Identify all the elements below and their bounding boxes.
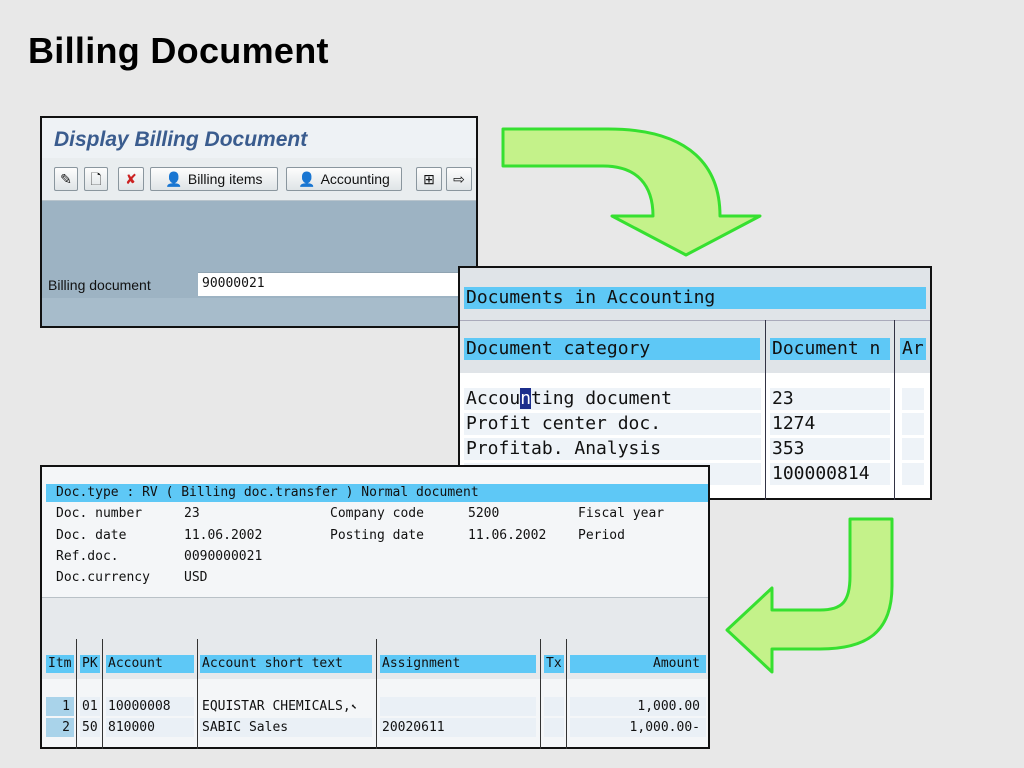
currency-label: Doc.currency bbox=[56, 570, 150, 585]
col-area[interactable]: Ar bbox=[900, 338, 926, 360]
col-amount[interactable]: Amount bbox=[570, 655, 706, 673]
col-tx[interactable]: Tx bbox=[544, 655, 564, 673]
column-header-row: Document category Document n Ar bbox=[460, 320, 930, 373]
accounting-list-header: Documents in Accounting bbox=[460, 268, 930, 320]
assignment-cell bbox=[380, 697, 536, 716]
doc-number-value: 23 bbox=[184, 506, 200, 521]
table-row[interactable]: 2 50 810000 SABIC Sales 20020611 1,000.0… bbox=[42, 718, 708, 738]
document-number-cell: 1274 bbox=[770, 413, 890, 435]
document-number-cell: 353 bbox=[770, 438, 890, 460]
col-account[interactable]: Account bbox=[106, 655, 194, 673]
billing-document-row: Billing document 90000021 bbox=[42, 272, 476, 298]
toolbar-band bbox=[42, 597, 708, 641]
col-itm[interactable]: Itm bbox=[46, 655, 74, 673]
pencil-icon: ✎ bbox=[60, 171, 72, 187]
area-cell bbox=[902, 438, 924, 460]
posting-date-value: 11.06.2002 bbox=[468, 528, 547, 543]
amount-cell: 1,000.00 bbox=[570, 697, 706, 716]
flow-arrow-down-icon bbox=[501, 127, 762, 257]
overflow-marker-icon[interactable]: ⬉ bbox=[351, 702, 357, 713]
doc-number-label: Doc. number bbox=[56, 506, 143, 521]
area-cell bbox=[902, 413, 924, 435]
short-text-value: EQUISTAR CHEMICALS, bbox=[202, 699, 351, 714]
accounting-document-window: Doc.type : RV ( Billing doc.transfer ) N… bbox=[40, 465, 710, 749]
tx-cell bbox=[544, 697, 564, 716]
area-cell bbox=[902, 463, 924, 485]
document-flow-button[interactable]: ⊞ bbox=[416, 167, 442, 191]
tx-cell bbox=[544, 718, 564, 737]
doc-date-value: 11.06.2002 bbox=[184, 528, 263, 543]
billing-items-label: Billing items bbox=[187, 171, 263, 187]
list-item[interactable]: Profitab. Analysis 353 bbox=[460, 436, 930, 461]
account-cell: 810000 bbox=[106, 718, 194, 737]
status-band bbox=[42, 298, 476, 326]
billing-document-label: Billing document bbox=[48, 277, 151, 293]
flow-arrow-left-icon bbox=[725, 517, 894, 674]
document-number-cell: 100000814 bbox=[770, 463, 890, 485]
billing-items-button[interactable]: 👤 Billing items bbox=[150, 167, 278, 191]
window-title: Display Billing Document bbox=[54, 128, 308, 151]
assignment-cell: 20020611 bbox=[380, 718, 536, 737]
category-text: Accou bbox=[466, 388, 521, 409]
document-category-cell: Profit center doc. bbox=[464, 413, 761, 435]
new-document-icon: 🗋 bbox=[90, 171, 102, 187]
short-text-cell: SABIC Sales bbox=[200, 718, 372, 737]
document-flow-icon: ⊞ bbox=[423, 171, 435, 187]
account-cell: 10000008 bbox=[106, 697, 194, 716]
toolbar: ✎ 🗋 ✘ 👤 Billing items 👤 Accounting ⊞ ⇨ bbox=[42, 158, 476, 201]
export-icon: ⇨ bbox=[453, 171, 465, 187]
col-document-number[interactable]: Document n bbox=[770, 338, 890, 360]
short-text-cell: EQUISTAR CHEMICALS,⬉ bbox=[200, 697, 372, 716]
billing-items-person-icon: 👤 bbox=[165, 171, 183, 187]
area-cell bbox=[902, 388, 924, 410]
document-category-cell: Profitab. Analysis bbox=[464, 438, 761, 460]
currency-value: USD bbox=[184, 570, 208, 585]
line-items-header-row: Itm PK Account Account short text Assign… bbox=[42, 639, 708, 679]
new-document-button[interactable]: 🗋 bbox=[84, 167, 108, 191]
text-cursor: n bbox=[520, 388, 532, 409]
accounting-person-icon: 👤 bbox=[298, 171, 316, 187]
billing-document-input[interactable]: 90000021 bbox=[198, 272, 476, 296]
amount-cell: 1,000.00- bbox=[570, 718, 706, 737]
company-code-label: Company code bbox=[330, 506, 424, 521]
document-category-cell: Accounting document bbox=[464, 388, 761, 410]
accounting-list-title: Documents in Accounting bbox=[464, 287, 926, 309]
document-number-cell: 23 bbox=[770, 388, 890, 410]
col-pk[interactable]: PK bbox=[80, 655, 100, 673]
list-item[interactable]: Accounting document 23 bbox=[460, 386, 930, 411]
window-titlebar: Display Billing Document bbox=[42, 118, 476, 158]
period-label: Period bbox=[578, 528, 625, 543]
itm-cell: 2 bbox=[46, 718, 74, 737]
export-button[interactable]: ⇨ bbox=[446, 167, 472, 191]
pk-cell: 01 bbox=[80, 697, 100, 716]
delete-button[interactable]: ✘ bbox=[118, 167, 144, 191]
pk-cell: 50 bbox=[80, 718, 100, 737]
accounting-label: Accounting bbox=[320, 171, 390, 187]
accounting-button[interactable]: 👤 Accounting bbox=[286, 167, 402, 191]
category-text: ting document bbox=[531, 388, 672, 409]
col-account-short-text[interactable]: Account short text bbox=[200, 655, 372, 673]
doc-date-label: Doc. date bbox=[56, 528, 127, 543]
document-type-header: Doc.type : RV ( Billing doc.transfer ) N… bbox=[46, 484, 708, 502]
table-row[interactable]: 1 01 10000008 EQUISTAR CHEMICALS,⬉ 1,000… bbox=[42, 697, 708, 717]
company-code-value: 5200 bbox=[468, 506, 500, 521]
ref-doc-label: Ref.doc. bbox=[56, 549, 119, 564]
delete-icon: ✘ bbox=[125, 171, 137, 187]
display-billing-window: Display Billing Document ✎ 🗋 ✘ 👤 Billing… bbox=[40, 116, 478, 328]
slide-title: Billing Document bbox=[28, 30, 329, 71]
col-document-category[interactable]: Document category bbox=[464, 338, 760, 360]
itm-cell: 1 bbox=[46, 697, 74, 716]
fiscal-year-label: Fiscal year bbox=[578, 506, 665, 521]
posting-date-label: Posting date bbox=[330, 528, 424, 543]
change-button[interactable]: ✎ bbox=[54, 167, 78, 191]
list-item[interactable]: Profit center doc. 1274 bbox=[460, 411, 930, 436]
col-assignment[interactable]: Assignment bbox=[380, 655, 536, 673]
ref-doc-value: 0090000021 bbox=[184, 549, 263, 564]
